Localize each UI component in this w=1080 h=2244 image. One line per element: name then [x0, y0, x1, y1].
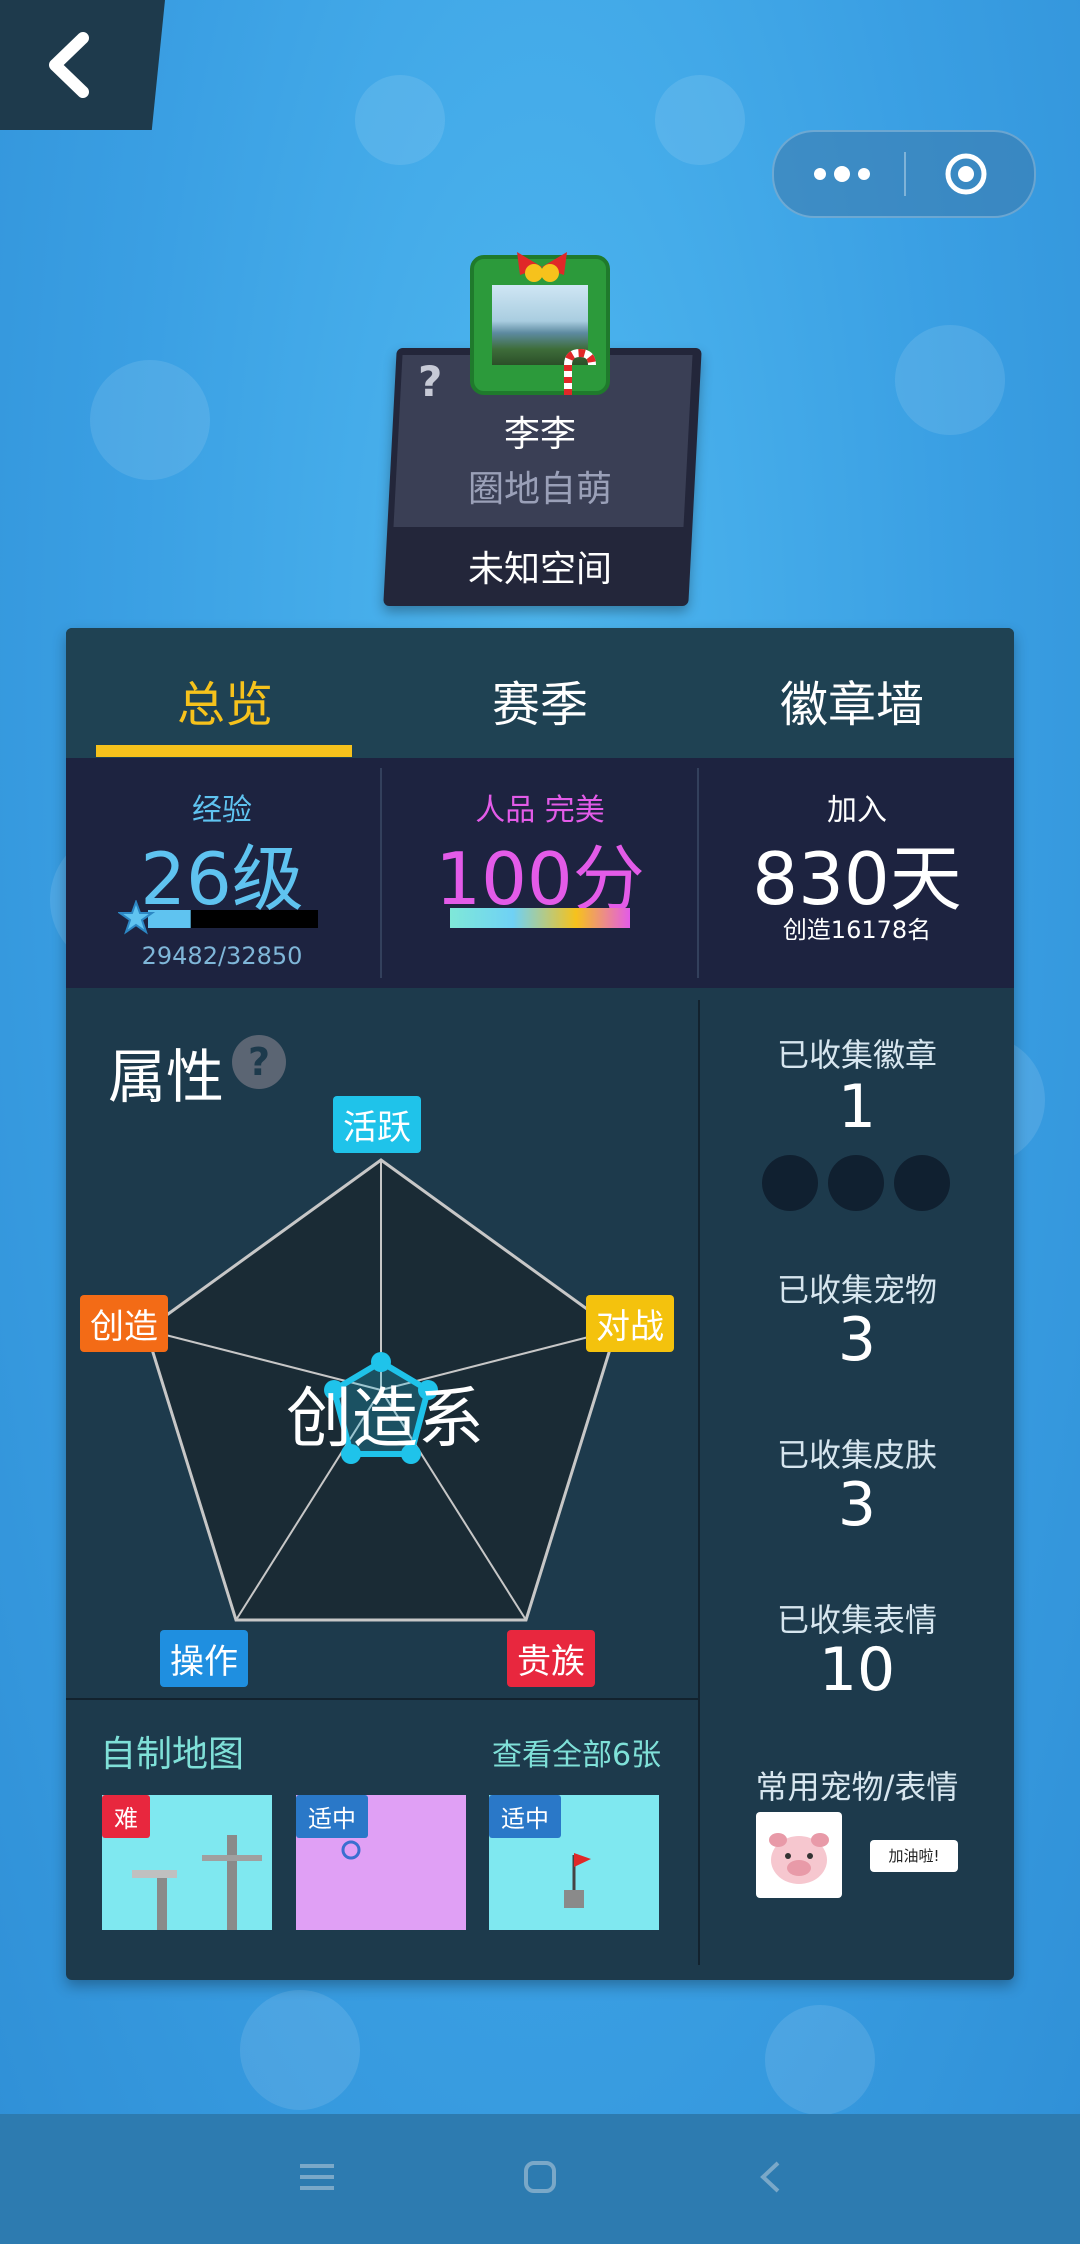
badges-label: 已收集徽章: [776, 1036, 937, 1074]
radar-center-text: 创造系: [286, 1380, 484, 1457]
maps-title: 自制地图: [100, 1734, 245, 1775]
skins-count: 3: [837, 1470, 877, 1540]
badge-slot[interactable]: [828, 1155, 884, 1211]
axis-battle: 对战: [586, 1295, 674, 1352]
nav-back-icon[interactable]: [758, 2160, 782, 2194]
menu-icon[interactable]: [300, 2162, 334, 2192]
avatar[interactable]: [470, 252, 610, 395]
axis-noble: 贵族: [507, 1630, 595, 1687]
exp-progress-bar: [118, 900, 318, 935]
axis-create: 创造: [80, 1295, 168, 1352]
tab-season[interactable]: 赛季: [390, 665, 690, 735]
attributes-help-icon[interactable]: ?: [232, 1035, 286, 1089]
tab-badge-wall[interactable]: 徽章墙: [702, 665, 1002, 735]
badge-slot[interactable]: [894, 1155, 950, 1211]
profile-title: 圈地自萌: [467, 469, 612, 510]
pets-count: 3: [837, 1305, 877, 1375]
axis-operation: 操作: [160, 1630, 248, 1687]
tab-overview[interactable]: 总览: [75, 665, 375, 735]
capsule-divider: [904, 152, 906, 196]
axis-active: 活跃: [333, 1096, 421, 1153]
map-difficulty-tag: 适中: [489, 1795, 561, 1838]
common-emote[interactable]: 加油啦!: [870, 1840, 958, 1872]
target-circle-icon[interactable]: [944, 152, 988, 196]
candy-cane-icon: [564, 348, 596, 395]
stat-divider: [380, 768, 382, 978]
emotes-count: 10: [818, 1635, 896, 1705]
exp-progress-text: 29482/32850: [141, 942, 303, 970]
profile-space[interactable]: 未知空间: [395, 540, 685, 592]
back-button[interactable]: [0, 0, 165, 130]
home-icon[interactable]: [523, 2160, 557, 2194]
creator-rank: 创造16178名: [782, 916, 932, 944]
tab-active-indicator: [96, 745, 352, 757]
badges-count: 1: [837, 1072, 877, 1142]
stat-divider: [697, 768, 699, 978]
view-all-maps-link[interactable]: 查看全部6张: [492, 1730, 661, 1774]
map-difficulty-tag: 适中: [296, 1795, 368, 1838]
mini-program-capsule: [772, 130, 1036, 218]
karma-gradient-bar: [450, 908, 630, 928]
common-label: 常用宠物/表情: [755, 1768, 959, 1806]
profile-help-icon[interactable]: ?: [418, 357, 442, 406]
exp-star-icon: [118, 900, 156, 935]
more-dots-icon[interactable]: [812, 160, 872, 188]
back-chevron-icon: [48, 32, 89, 98]
common-pet-thumb[interactable]: [756, 1812, 842, 1898]
badge-slot[interactable]: [762, 1155, 818, 1211]
maps-divider: [66, 1698, 698, 1700]
bell-bow-icon: [517, 252, 567, 282]
pig-pet-icon: [769, 1833, 829, 1884]
profile-name: 李李: [503, 414, 576, 455]
map-difficulty-tag: 难: [102, 1795, 150, 1838]
